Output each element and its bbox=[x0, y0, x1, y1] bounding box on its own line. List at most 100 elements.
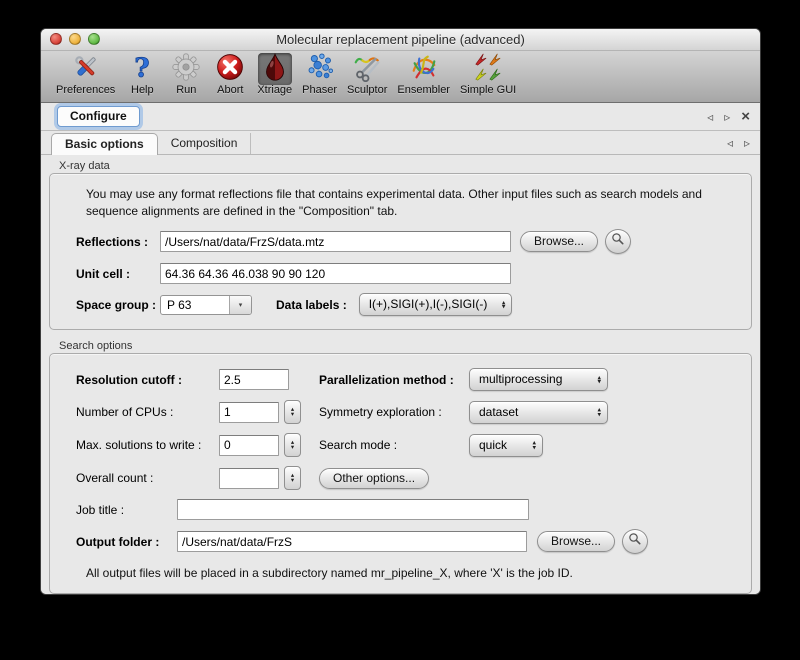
symmetry-value: dataset bbox=[479, 405, 518, 419]
job-title-label: Job title : bbox=[76, 503, 177, 517]
output-folder-row: Output folder : Browse... bbox=[76, 529, 735, 554]
resolution-cutoff-input[interactable] bbox=[219, 369, 289, 390]
toolbar-label: Phaser bbox=[302, 84, 337, 96]
toolbar-label: Ensembler bbox=[397, 84, 450, 96]
basic-options-panel: X-ray data You may use any format reflec… bbox=[41, 155, 760, 594]
xray-description: You may use any format reflections file … bbox=[86, 186, 735, 220]
svg-text:?: ? bbox=[135, 52, 150, 82]
toolbar-label: Abort bbox=[217, 84, 243, 96]
window-title: Molecular replacement pipeline (advanced… bbox=[276, 32, 525, 47]
parallelization-popup[interactable]: multiprocessing ▴▾ bbox=[469, 368, 608, 391]
output-folder-input[interactable] bbox=[177, 531, 527, 552]
parallelization-value: multiprocessing bbox=[479, 372, 562, 386]
space-group-label: Space group : bbox=[76, 298, 160, 312]
gear-icon bbox=[171, 52, 201, 87]
other-options-button[interactable]: Other options... bbox=[319, 468, 429, 489]
document-tab-bar: Configure ◃ ▹ × bbox=[41, 103, 760, 131]
overall-count-label: Overall count : bbox=[76, 471, 219, 485]
max-solutions-input[interactable] bbox=[219, 435, 279, 456]
toolbar-button-xtriage[interactable]: Xtriage bbox=[252, 53, 297, 96]
overall-count-row: Overall count : ▴▾ Other options... bbox=[76, 466, 735, 490]
toolbar-label: Sculptor bbox=[347, 84, 387, 96]
toolbar-button-abort[interactable]: Abort bbox=[208, 53, 252, 96]
tabs-scroll-left-icon[interactable]: ◃ bbox=[727, 137, 733, 149]
space-group-value: P 63 bbox=[161, 296, 229, 314]
toolbar-button-sculptor[interactable]: Sculptor bbox=[342, 53, 392, 96]
options-tab-bar: Basic options Composition ◃ ▹ bbox=[41, 131, 760, 155]
num-cpus-input[interactable] bbox=[219, 402, 279, 423]
unit-cell-label: Unit cell : bbox=[76, 267, 160, 281]
search-group-label: Search options bbox=[59, 340, 752, 352]
toolbar-button-help[interactable]: ? Help bbox=[120, 53, 164, 96]
chevron-down-icon[interactable]: ▾ bbox=[229, 296, 251, 314]
symmetry-label: Symmetry exploration : bbox=[319, 405, 469, 419]
desktop-background: Molecular replacement pipeline (advanced… bbox=[0, 0, 800, 660]
search-mode-popup[interactable]: quick ▴▾ bbox=[469, 434, 543, 457]
output-folder-view-button[interactable] bbox=[622, 529, 648, 554]
symmetry-popup[interactable]: dataset ▴▾ bbox=[469, 401, 608, 424]
resolution-row: Resolution cutoff : Parallelization meth… bbox=[76, 368, 735, 391]
tab-configure[interactable]: Configure bbox=[57, 106, 140, 127]
space-group-combobox[interactable]: P 63 ▾ bbox=[160, 295, 252, 315]
popup-arrows-icon: ▴▾ bbox=[502, 300, 506, 309]
tab-basic-options[interactable]: Basic options bbox=[51, 133, 158, 155]
resolution-cutoff-label: Resolution cutoff : bbox=[76, 373, 219, 387]
tab-composition[interactable]: Composition bbox=[158, 133, 252, 154]
magnifier-icon bbox=[611, 232, 625, 251]
overall-count-input[interactable] bbox=[219, 468, 279, 489]
job-title-input[interactable] bbox=[177, 499, 529, 520]
popup-arrows-icon: ▴▾ bbox=[532, 440, 536, 449]
space-group-row: Space group : P 63 ▾ Data labels : I(+),… bbox=[76, 293, 735, 316]
overall-count-stepper[interactable]: ▴▾ bbox=[284, 466, 301, 490]
num-cpus-label: Number of CPUs : bbox=[76, 405, 219, 419]
reflections-row: Reflections : Browse... bbox=[76, 229, 735, 254]
molecule-icon bbox=[305, 52, 335, 87]
toolbar-button-phaser[interactable]: Phaser bbox=[297, 53, 342, 96]
data-labels-label: Data labels : bbox=[276, 298, 347, 312]
toolbar-button-preferences[interactable]: Preferences bbox=[51, 53, 120, 96]
job-title-row: Job title : bbox=[76, 499, 735, 520]
close-window-button[interactable] bbox=[50, 33, 62, 45]
window-controls bbox=[50, 33, 100, 45]
tabs-scroll-right-icon[interactable]: ▹ bbox=[744, 137, 750, 149]
toolbar-button-run[interactable]: Run bbox=[164, 53, 208, 96]
stop-x-icon bbox=[215, 52, 245, 87]
status-bar: Idle Project: FrzS bbox=[41, 594, 760, 595]
num-cpus-stepper[interactable]: ▴▾ bbox=[284, 400, 301, 424]
reflections-browse-button[interactable]: Browse... bbox=[520, 231, 598, 252]
search-group-box: Resolution cutoff : Parallelization meth… bbox=[49, 353, 752, 594]
toolbar-label: Preferences bbox=[56, 84, 115, 96]
toolbar-label: Help bbox=[131, 84, 154, 96]
reflections-input[interactable] bbox=[160, 231, 511, 252]
droplet-icon bbox=[260, 52, 290, 87]
xray-group-label: X-ray data bbox=[59, 160, 752, 172]
max-solutions-stepper[interactable]: ▴▾ bbox=[284, 433, 301, 457]
xray-group-box: You may use any format reflections file … bbox=[49, 173, 752, 330]
app-window: Molecular replacement pipeline (advanced… bbox=[40, 28, 761, 595]
max-solutions-row: Max. solutions to write : ▴▾ Search mode… bbox=[76, 433, 735, 457]
output-note: All output files will be placed in a sub… bbox=[86, 566, 735, 580]
toolbar-label: Simple GUI bbox=[460, 84, 516, 96]
close-tab-icon[interactable]: × bbox=[741, 109, 750, 124]
toolbar-button-simple-gui[interactable]: Simple GUI bbox=[455, 53, 521, 96]
reflections-label: Reflections : bbox=[76, 235, 160, 249]
cpus-row: Number of CPUs : ▴▾ Symmetry exploration… bbox=[76, 400, 735, 424]
scissors-icon bbox=[352, 52, 382, 87]
reflections-view-button[interactable] bbox=[605, 229, 631, 254]
toolbar-label: Xtriage bbox=[257, 84, 292, 96]
nav-left-icon[interactable]: ◃ bbox=[707, 111, 713, 123]
parallelization-label: Parallelization method : bbox=[319, 373, 469, 387]
title-bar[interactable]: Molecular replacement pipeline (advanced… bbox=[41, 29, 760, 51]
main-toolbar: Preferences ? Help bbox=[41, 51, 760, 103]
unit-cell-input[interactable] bbox=[160, 263, 511, 284]
search-mode-value: quick bbox=[479, 438, 507, 452]
question-mark-icon: ? bbox=[127, 52, 157, 87]
data-labels-value: I(+),SIGI(+),I(-),SIGI(-) bbox=[369, 297, 488, 311]
data-labels-popup[interactable]: I(+),SIGI(+),I(-),SIGI(-) ▴▾ bbox=[359, 293, 513, 316]
output-folder-browse-button[interactable]: Browse... bbox=[537, 531, 615, 552]
zoom-window-button[interactable] bbox=[88, 33, 100, 45]
nav-right-icon[interactable]: ▹ bbox=[724, 111, 730, 123]
minimize-window-button[interactable] bbox=[69, 33, 81, 45]
ribbons-icon bbox=[409, 52, 439, 87]
toolbar-button-ensembler[interactable]: Ensembler bbox=[392, 53, 455, 96]
